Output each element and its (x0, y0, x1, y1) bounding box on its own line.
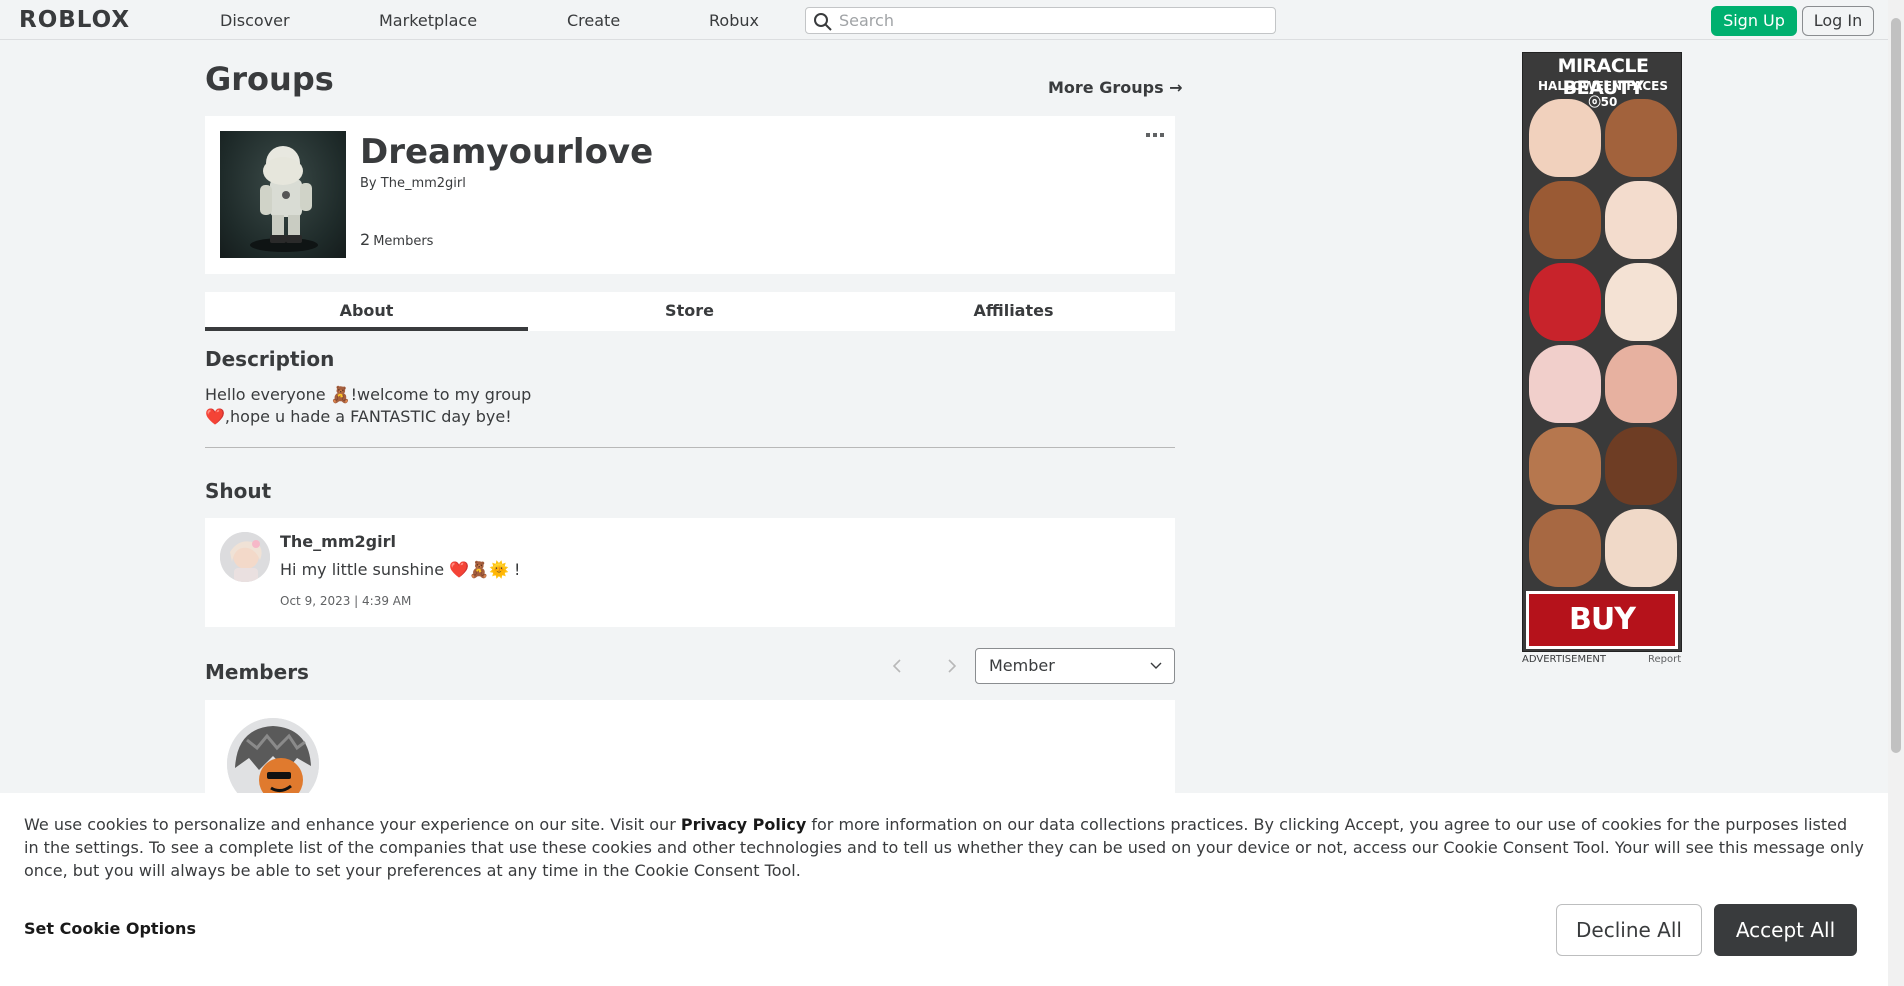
nav-discover[interactable]: Discover (220, 11, 290, 30)
tab-store[interactable]: Store (528, 292, 851, 331)
shout-user-avatar[interactable] (220, 532, 270, 582)
shout-heading: Shout (205, 479, 272, 503)
chevron-right-icon[interactable] (944, 658, 958, 674)
owner-prefix: By (360, 176, 377, 191)
nav-create[interactable]: Create (567, 11, 620, 30)
page-title: Groups (205, 60, 334, 98)
nav-marketplace[interactable]: Marketplace (379, 11, 477, 30)
description-line-2: ❤️,hope u hade a FANTASTIC day bye! (205, 407, 512, 426)
advertisement-label: ADVERTISEMENT (1522, 654, 1607, 665)
owner-link[interactable]: The_mm2girl (381, 176, 466, 191)
shout-message: Hi my little sunshine ❤️🧸🌞 ! (280, 560, 521, 579)
decline-all-button[interactable]: Decline All (1556, 904, 1702, 956)
ad-face-3 (1529, 181, 1601, 259)
ad-face-2 (1605, 99, 1677, 177)
tab-affiliates-label: Affiliates (973, 301, 1054, 320)
chevron-left-icon[interactable] (891, 658, 905, 674)
report-ad-link[interactable]: Report (1648, 654, 1681, 665)
set-cookie-options-link[interactable]: Set Cookie Options (24, 919, 196, 938)
group-emblem-image (220, 131, 346, 258)
member-count-label: Members (373, 234, 434, 249)
group-owner: By The_mm2girl (360, 176, 466, 191)
privacy-policy-link[interactable]: Privacy Policy (681, 815, 806, 834)
chevron-down-icon (1150, 662, 1162, 669)
ad-face-5 (1529, 263, 1601, 341)
group-tabs: About Store Affiliates (205, 292, 1175, 331)
active-tab-indicator (205, 327, 528, 331)
section-divider (205, 447, 1175, 448)
top-navigation-bar: ROBLOX Discover Marketplace Create Robux… (0, 0, 1888, 40)
roblox-logo[interactable]: ROBLOX (19, 7, 130, 33)
cookie-text-before: We use cookies to personalize and enhanc… (24, 815, 681, 834)
group-description: Hello everyone 🧸!welcome to my group ❤️,… (205, 384, 805, 428)
description-line-1: Hello everyone 🧸!welcome to my group (205, 385, 532, 404)
log-in-button[interactable]: Log In (1802, 6, 1874, 36)
nav-robux[interactable]: Robux (709, 11, 759, 30)
tab-about-label: About (339, 301, 394, 320)
cookie-message: We use cookies to personalize and enhanc… (24, 813, 1864, 882)
group-name: Dreamyourlove (360, 132, 654, 172)
tab-about[interactable]: About (205, 292, 528, 331)
search-box[interactable] (805, 7, 1276, 34)
ad-face-1 (1529, 99, 1601, 177)
ad-face-7 (1529, 345, 1601, 423)
page-scrollbar-thumb[interactable] (1891, 18, 1901, 753)
role-select-value: Member (989, 656, 1055, 675)
tab-affiliates[interactable]: Affiliates (852, 292, 1175, 331)
accept-all-button[interactable]: Accept All (1714, 904, 1857, 956)
search-icon (814, 13, 832, 31)
ad-face-9 (1529, 427, 1601, 505)
sign-up-button[interactable]: Sign Up (1711, 6, 1797, 36)
role-select[interactable]: Member (975, 648, 1175, 684)
group-header-card: Dreamyourlove By The_mm2girl 2 Members (205, 116, 1175, 274)
more-options-icon[interactable] (1145, 130, 1165, 140)
ad-face-4 (1605, 181, 1677, 259)
ad-face-8 (1605, 345, 1677, 423)
advertisement-banner[interactable]: MIRACLE BEAUTY HALLOWEEN FACES ⓞ50 BUY N… (1522, 52, 1682, 652)
ad-buy-now-button[interactable]: BUY NOW (1526, 591, 1678, 649)
shout-timestamp: Oct 9, 2023 | 4:39 AM (280, 594, 412, 608)
more-groups-link[interactable]: More Groups → (1048, 78, 1183, 97)
ad-face-12 (1605, 509, 1677, 587)
search-input[interactable] (839, 9, 1269, 32)
member-count: 2 Members (360, 230, 433, 249)
shout-card: The_mm2girl Hi my little sunshine ❤️🧸🌞 !… (205, 518, 1175, 627)
ad-face-6 (1605, 263, 1677, 341)
ad-face-11 (1529, 509, 1601, 587)
description-heading: Description (205, 347, 335, 371)
ad-face-10 (1605, 427, 1677, 505)
tab-store-label: Store (665, 301, 714, 320)
member-count-value: 2 (360, 230, 371, 249)
members-heading: Members (205, 660, 309, 684)
cookie-consent-banner: We use cookies to personalize and enhanc… (0, 793, 1888, 986)
shout-username[interactable]: The_mm2girl (280, 532, 396, 551)
